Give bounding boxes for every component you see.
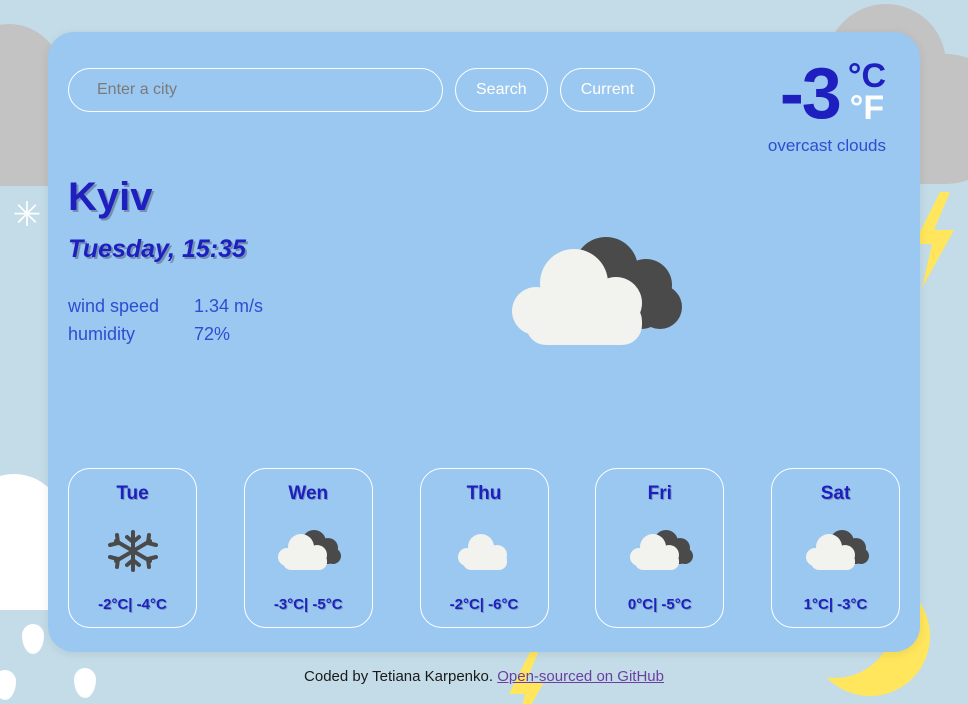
forecast-card-fri[interactable]: Fri 0°C| -5°C [595,468,725,628]
current-details: wind speed 1.34 m/s humidity 72% [68,292,263,348]
forecast-card-sat[interactable]: Sat 1°C| -3°C [771,468,900,628]
detail-value-humidity: 72% [194,323,231,344]
temperature-line: -3 °C °F [768,54,886,134]
footer: Coded by Tetiana Karpenko. Open-sourced … [0,668,968,685]
fahrenheit-unit-link[interactable]: °F [848,91,886,125]
overcast-clouds-icon [805,529,869,570]
forecast-day-label: Wen [288,483,329,504]
overcast-clouds-icon [512,237,682,345]
forecast-card-wen[interactable]: Wen -3°C| -5°C [243,468,373,628]
celsius-unit-link[interactable]: °C [848,59,886,93]
forecast-day-label: Tue [116,483,149,504]
detail-row-wind-speed: wind speed 1.34 m/s [68,292,263,320]
github-link[interactable]: Open-sourced on GitHub [497,668,664,685]
forecast-temperature: 0°C| -5°C [627,596,692,613]
temperature-value: -3 [779,54,842,134]
detail-label-wind-speed: wind speed [68,295,160,316]
forecast-row: Tue -2°C| -4°C Wen -3°C| -5°C Thu -2°C| … [68,468,900,628]
current-location-button[interactable]: Current [559,68,656,112]
snowflake-icon [107,529,158,572]
forecast-temperature: -2°C| -4°C [98,596,167,613]
search-row: Search Current [68,68,656,112]
background-snowflake-icon: ✳ [12,196,42,234]
city-search-input[interactable] [68,68,443,112]
forecast-temperature: 1°C| -3°C [803,596,868,613]
background-raindrop-icon [22,624,44,654]
footer-credit-text: Coded by Tetiana Karpenko. [304,668,494,685]
forecast-day-label: Thu [466,483,502,504]
detail-row-humidity: humidity 72% [68,320,263,348]
forecast-day-label: Sat [820,483,851,504]
detail-label-humidity: humidity [68,323,136,344]
cloud-icon [458,533,507,570]
forecast-temperature: -3°C| -5°C [273,596,343,613]
overcast-clouds-icon [629,529,693,570]
overcast-clouds-icon [278,529,342,570]
detail-value-wind-speed: 1.34 m/s [194,295,264,316]
weather-description: overcast clouds [767,136,886,156]
weather-card: Search Current -3 °C °F overcast clouds … [48,32,920,652]
current-temperature-block: -3 °C °F overcast clouds [767,54,886,156]
city-name: Kyiv [68,175,153,219]
forecast-day-label: Fri [647,483,672,504]
forecast-card-tue[interactable]: Tue -2°C| -4°C [68,468,197,628]
current-datetime: Tuesday, 15:35 [68,235,246,263]
unit-toggle: °C °F [848,59,886,126]
forecast-card-thu[interactable]: Thu -2°C| -6°C [419,468,549,628]
search-button[interactable]: Search [455,68,548,112]
forecast-temperature: -2°C| -6°C [449,596,519,613]
